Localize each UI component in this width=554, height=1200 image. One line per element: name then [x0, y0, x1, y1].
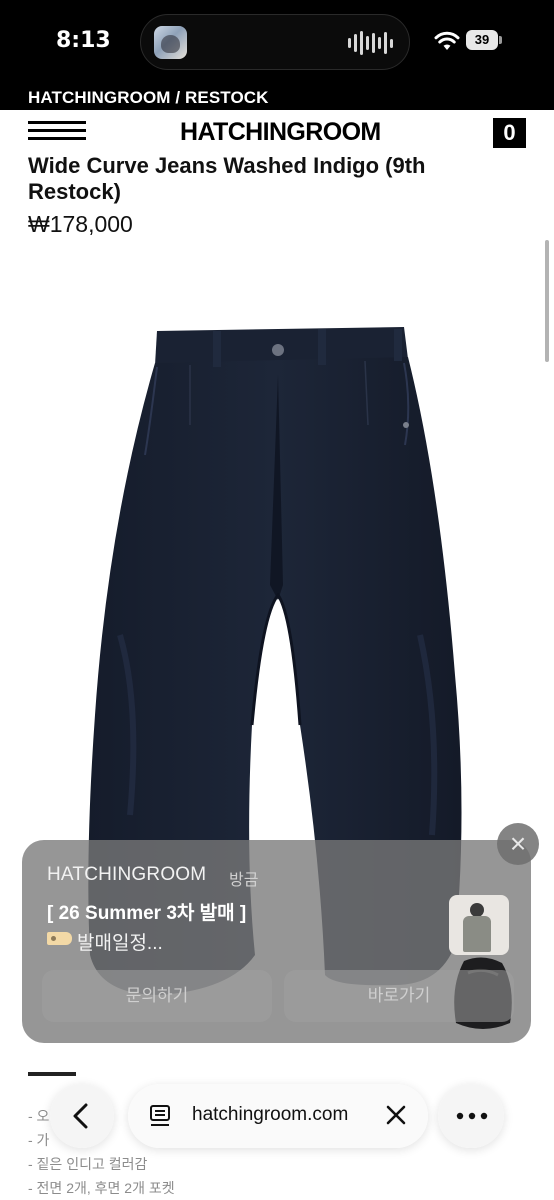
notification-time: 방금	[229, 872, 259, 889]
wifi-icon	[434, 31, 460, 50]
status-time: 8:13	[56, 28, 111, 53]
audio-waveform-icon	[348, 30, 393, 56]
address-bar[interactable]: hatchingroom.com	[128, 1084, 428, 1148]
close-icon[interactable]	[384, 1103, 408, 1127]
notification-body: 발매일정...	[77, 933, 163, 954]
notification-app-name: HATCHINGROOM	[47, 864, 207, 885]
hamburger-icon[interactable]	[28, 121, 86, 143]
inquiry-button[interactable]: 문의하기	[42, 970, 272, 1022]
island-thumbnail-icon	[154, 26, 187, 59]
cart-count-button[interactable]: 0	[493, 118, 526, 148]
battery-level: 39	[466, 30, 498, 50]
status-bar: 8:13 39	[0, 0, 554, 84]
push-notification[interactable]: HATCHINGROOM 방금 [ 26 Summer 3차 발매 ] 발매일정…	[22, 840, 531, 1043]
notification-thumbnail	[449, 895, 509, 955]
breadcrumb[interactable]: HATCHINGROOM / RESTOCK	[28, 88, 269, 108]
description-line: - 전면 2개, 후면 2개 포켓	[28, 1180, 175, 1196]
site-logo[interactable]: HATCHINGROOM	[180, 118, 381, 147]
product-title: Wide Curve Jeans Washed Indigo (9th Rest…	[28, 153, 426, 204]
more-button[interactable]	[438, 1084, 504, 1148]
reader-icon	[150, 1105, 170, 1126]
battery-icon: 39	[466, 30, 502, 50]
close-icon[interactable]: ×	[497, 823, 539, 865]
announcement-bar: HATCHINGROOM / RESTOCK	[0, 84, 554, 110]
more-icon	[456, 1112, 488, 1120]
notification-title: [ 26 Summer 3차 발매 ]	[47, 903, 247, 924]
back-button[interactable]	[50, 1084, 114, 1148]
section-divider	[28, 1072, 76, 1076]
dynamic-island[interactable]	[140, 14, 410, 70]
tag-icon	[47, 932, 72, 945]
go-now-button[interactable]: 바로가기	[284, 970, 514, 1022]
product-price: ₩178,000	[28, 211, 133, 237]
url-text: hatchingroom.com	[192, 1104, 349, 1125]
back-chevron-icon	[73, 1103, 88, 1129]
browser-toolbar: hatchingroom.com	[0, 1078, 554, 1158]
